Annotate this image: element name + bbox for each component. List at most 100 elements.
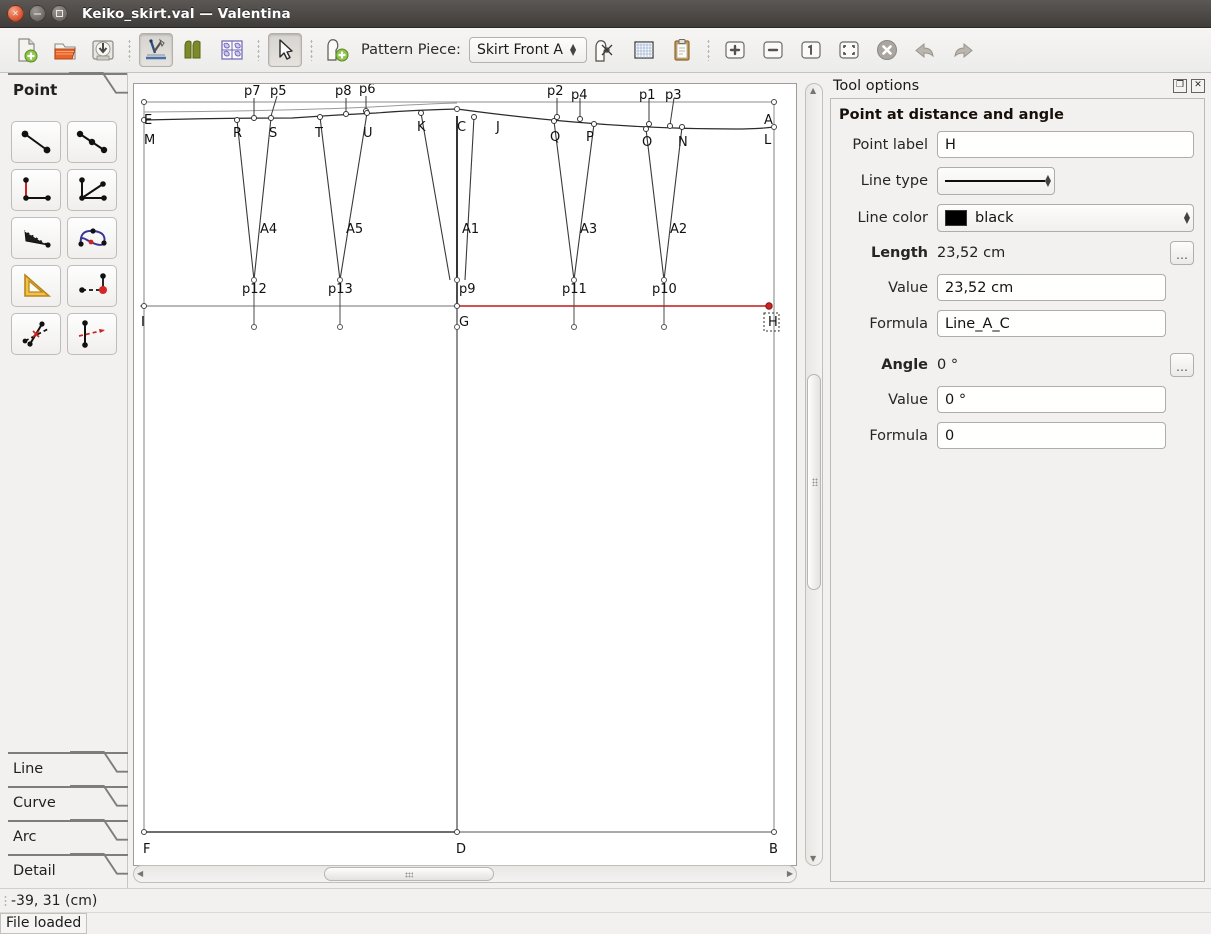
- zoom-fit-best-button[interactable]: [832, 33, 866, 67]
- window-minimize-button[interactable]: —: [29, 5, 46, 22]
- tool-point-along-perpendicular[interactable]: [11, 169, 61, 211]
- tab-point[interactable]: Point: [0, 73, 127, 107]
- canvas-area: p7 p5 p8 p6 p2 p4 p1 p3 E M R S T U K C …: [128, 73, 828, 888]
- zoom-out-button[interactable]: [756, 33, 790, 67]
- draw-mode-button[interactable]: [139, 33, 173, 67]
- window-close-button[interactable]: ✕: [7, 5, 24, 22]
- pattern-label-A5: A5: [346, 222, 363, 237]
- tool-point-along-line[interactable]: [67, 121, 117, 163]
- pattern-piece-label: Pattern Piece:: [361, 42, 461, 58]
- tool-point-of-contact[interactable]: [11, 217, 61, 259]
- close-panel-icon[interactable]: ✕: [1191, 79, 1205, 93]
- tab-detail[interactable]: Detail: [0, 854, 128, 888]
- dart-A5: [320, 113, 367, 280]
- pattern-label-p7: p7: [244, 84, 261, 99]
- point-H-marker[interactable]: [766, 303, 772, 309]
- canvas-vertical-scrollbar[interactable]: ▲ ▼: [805, 83, 823, 866]
- open-folder-icon: [52, 37, 78, 63]
- table-of-variables-button[interactable]: [589, 33, 623, 67]
- point-label-row: Point label H: [837, 131, 1194, 158]
- status-area: -39, 31 (cm) File loaded: [0, 888, 1211, 933]
- line-color-select[interactable]: black ▲▼: [937, 204, 1194, 232]
- new-pattern-button[interactable]: [10, 33, 44, 67]
- tool-point-of-intersection[interactable]: [67, 169, 117, 211]
- canvas-horizontal-scrollbar[interactable]: ◀ ▶: [133, 865, 797, 883]
- history-button[interactable]: [665, 33, 699, 67]
- length-value-label: Value: [837, 280, 937, 296]
- undo-button[interactable]: [908, 33, 942, 67]
- pattern-label-p6: p6: [359, 84, 376, 97]
- window-maximize-button[interactable]: [51, 5, 68, 22]
- line-type-spinner[interactable]: ▲▼: [1045, 175, 1051, 187]
- stop-icon: [874, 37, 900, 63]
- show-grid-button[interactable]: [627, 33, 661, 67]
- pattern-label-N: N: [678, 135, 688, 150]
- zoom-in-button[interactable]: [718, 33, 752, 67]
- pattern-label-O: O: [642, 135, 652, 150]
- scroll-up-arrow[interactable]: ▲: [810, 86, 816, 95]
- status-message: File loaded: [0, 913, 87, 934]
- scroll-down-arrow[interactable]: ▼: [810, 854, 816, 863]
- new-pattern-piece-button[interactable]: [321, 33, 355, 67]
- toolbar-separator-4: [707, 39, 710, 61]
- tool-line-intersect-axis[interactable]: [11, 313, 61, 355]
- tool-triangle[interactable]: [11, 265, 61, 307]
- redo-arrow-icon: [950, 37, 976, 63]
- tab-detail-slant: [70, 853, 132, 883]
- pattern-canvas[interactable]: p7 p5 p8 p6 p2 p4 p1 p3 E M R S T U K C …: [133, 83, 797, 866]
- pattern-piece-value: Skirt Front A: [477, 42, 563, 58]
- length-formula-input[interactable]: Line_A_C: [937, 310, 1166, 337]
- status-bar: File loaded: [0, 912, 1211, 933]
- pattern-label-F: F: [143, 842, 150, 857]
- pattern-label-p4: p4: [571, 88, 588, 103]
- tool-point-intersect-curves[interactable]: [67, 217, 117, 259]
- float-panel-icon[interactable]: ❐: [1173, 79, 1187, 93]
- coordbar-grip: [4, 895, 7, 907]
- tool-point-at-distance-and-angle[interactable]: [11, 121, 61, 163]
- arrow-pointer-icon: [272, 37, 298, 63]
- scroll-right-arrow[interactable]: ▶: [787, 869, 793, 878]
- details-mode-button[interactable]: [177, 33, 211, 67]
- pattern-piece-spinner[interactable]: ▲▼: [570, 44, 576, 56]
- pattern-label-p2: p2: [547, 84, 564, 99]
- line-color-spinner[interactable]: ▲▼: [1184, 212, 1190, 224]
- window-title: Keiko_skirt.val — Valentina: [82, 6, 291, 22]
- save-pattern-button[interactable]: [86, 33, 120, 67]
- tab-arc[interactable]: Arc: [0, 820, 128, 854]
- line-two-endpoints-icon: [17, 127, 55, 157]
- angle-formula-editor-button[interactable]: …: [1170, 353, 1194, 377]
- angle-formula-input[interactable]: 0: [937, 422, 1166, 449]
- tool-point-of-shoulder[interactable]: [67, 265, 117, 307]
- open-pattern-button[interactable]: [48, 33, 82, 67]
- pattern-label-G: G: [459, 315, 469, 330]
- length-formula-editor-button[interactable]: …: [1170, 241, 1194, 265]
- pattern-piece-select[interactable]: Skirt Front A ▲▼: [469, 37, 587, 63]
- horizontal-scroll-thumb[interactable]: [324, 867, 494, 881]
- angle-label: Angle: [837, 357, 937, 373]
- tab-line[interactable]: Line: [0, 752, 128, 786]
- pattern-label-R: R: [233, 126, 242, 141]
- length-value-input[interactable]: 23,52 cm: [937, 274, 1166, 301]
- waist-curve-left: [144, 109, 457, 120]
- zoom-fit-icon: [836, 37, 862, 63]
- tool-curve-intersect-axis[interactable]: [67, 313, 117, 355]
- length-display: 23,52 cm: [937, 245, 1170, 261]
- line-type-select[interactable]: ▲▼: [937, 167, 1055, 195]
- redo-button[interactable]: [946, 33, 980, 67]
- pointer-tool-button[interactable]: [268, 33, 302, 67]
- tool-options-title: Tool options: [833, 78, 919, 94]
- solid-line-icon: [945, 180, 1045, 182]
- length-formula-label: Formula: [837, 316, 937, 332]
- angle-value-input[interactable]: 0 °: [937, 386, 1166, 413]
- pattern-label-p1: p1: [639, 88, 656, 103]
- tab-curve[interactable]: Curve: [0, 786, 128, 820]
- layout-mode-button[interactable]: [215, 33, 249, 67]
- vertical-scroll-thumb[interactable]: [807, 374, 821, 590]
- hscroll-grip: [405, 872, 413, 878]
- scroll-left-arrow[interactable]: ◀: [137, 869, 143, 878]
- tools-dock: Point: [0, 73, 128, 888]
- point-label-input[interactable]: H: [937, 131, 1194, 158]
- stop-tool-button[interactable]: [870, 33, 904, 67]
- tab-line-slant: [70, 751, 132, 781]
- zoom-original-button[interactable]: [794, 33, 828, 67]
